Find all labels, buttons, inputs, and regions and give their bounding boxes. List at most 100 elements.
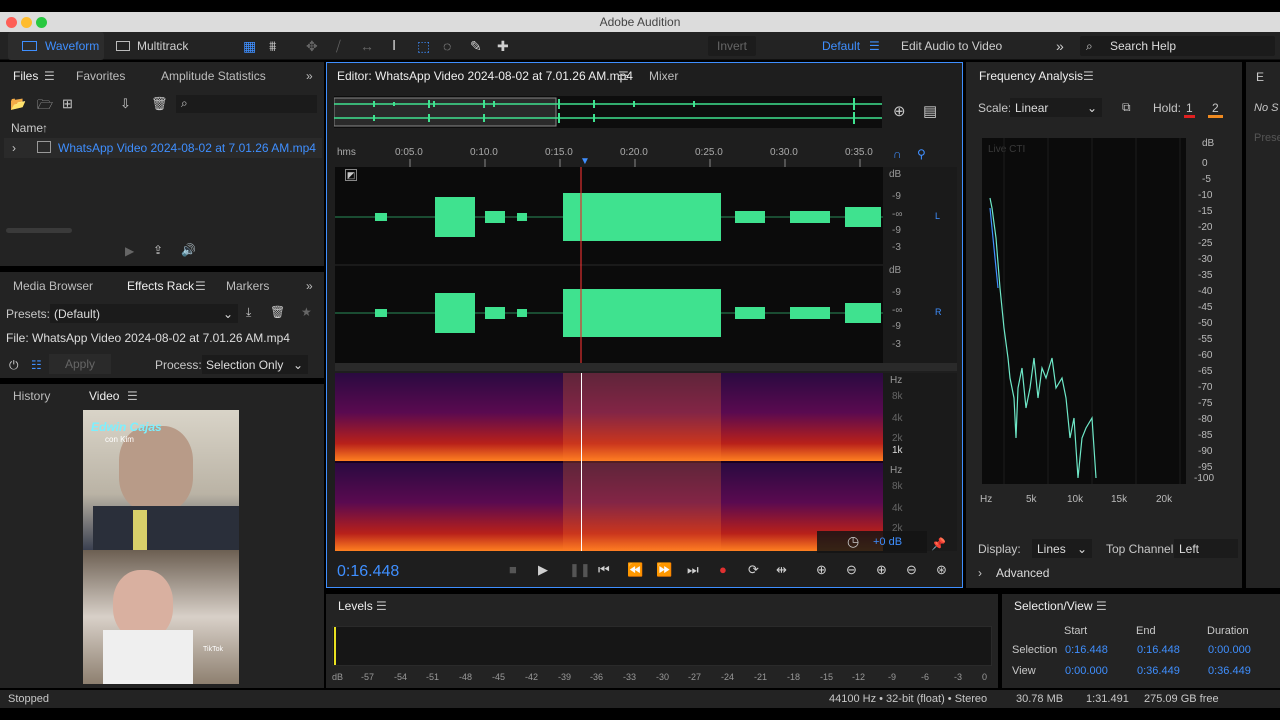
- save-preset-icon[interactable]: ⤓: [246, 305, 251, 320]
- razor-tool-icon[interactable]: ⧸: [336, 32, 341, 60]
- overview-waveform[interactable]: [333, 96, 882, 128]
- video-menu-icon[interactable]: ☰: [127, 384, 138, 408]
- tab-markers[interactable]: Markers: [226, 274, 269, 298]
- record-icon[interactable]: ●: [719, 562, 727, 577]
- selection-view-title[interactable]: Selection/View: [1014, 594, 1093, 618]
- spectral-divider-handle[interactable]: [335, 363, 957, 371]
- invert-button[interactable]: Invert: [708, 36, 756, 56]
- tab-amplitude-statistics[interactable]: Amplitude Statistics: [161, 64, 266, 88]
- hold-1-button[interactable]: 1: [1184, 101, 1195, 118]
- zoom-out-full-icon[interactable]: ⊛: [936, 562, 947, 578]
- tab-effects-rack[interactable]: Effects Rack: [127, 274, 194, 298]
- files-search-input[interactable]: ⌕: [176, 95, 317, 113]
- apply-button[interactable]: Apply: [49, 354, 111, 374]
- workspace-edit-audio-tab[interactable]: Edit Audio to Video: [901, 32, 1002, 60]
- play-preview-icon[interactable]: ▶: [125, 244, 134, 258]
- editor-menu-icon[interactable]: ☰: [618, 64, 629, 88]
- display-dropdown[interactable]: Lines ⌄: [1032, 539, 1092, 558]
- slip-tool-icon[interactable]: ↔: [360, 32, 374, 60]
- spectral-frequency-icon[interactable]: ▦: [243, 32, 256, 60]
- tab-mixer[interactable]: Mixer: [649, 64, 678, 88]
- zoom-to-fit-icon[interactable]: ⊕: [893, 102, 906, 120]
- volume-readout[interactable]: +0 dB: [873, 536, 902, 548]
- delete-preset-icon[interactable]: 🗑: [270, 305, 285, 319]
- channel-left-toggle[interactable]: L: [935, 211, 940, 221]
- tab-files[interactable]: Files: [13, 64, 38, 88]
- side-panel-tab-icon[interactable]: E: [1256, 70, 1264, 84]
- play-icon[interactable]: ▶: [538, 562, 548, 578]
- frequency-menu-icon[interactable]: ☰: [1083, 64, 1094, 88]
- move-to-previous-icon[interactable]: ⏮: [598, 562, 610, 578]
- file-list-item[interactable]: › WhatsApp Video 2024-08-02 at 7.01.26 A…: [4, 138, 322, 158]
- top-channel-dropdown[interactable]: Left: [1174, 539, 1238, 558]
- channel-right-toggle[interactable]: R: [935, 307, 942, 317]
- insert-multitrack-icon[interactable]: ⇩: [120, 96, 131, 112]
- move-tool-icon[interactable]: ✥: [306, 32, 318, 60]
- overview-visible-range[interactable]: [333, 97, 557, 127]
- workspace-menu-icon[interactable]: ☰: [869, 32, 880, 60]
- import-file-icon[interactable]: 🗁: [37, 96, 53, 118]
- close-window-button[interactable]: [6, 17, 17, 28]
- hold-2-button[interactable]: 2: [1208, 101, 1223, 118]
- zoom-in-time-icon[interactable]: ⊕: [876, 562, 887, 578]
- name-column-header[interactable]: Name: [11, 121, 43, 135]
- tab-history[interactable]: History: [13, 384, 50, 408]
- editor-tab-title[interactable]: Editor: WhatsApp Video 2024-08-02 at 7.0…: [337, 64, 633, 88]
- new-file-icon[interactable]: ⊞: [62, 96, 73, 112]
- time-selection-tool-icon[interactable]: I: [392, 32, 396, 60]
- advanced-toggle[interactable]: Advanced: [996, 566, 1049, 580]
- current-time-display[interactable]: 0:16.448: [337, 563, 399, 581]
- files-menu-icon[interactable]: ☰: [44, 64, 55, 88]
- effects-menu-icon[interactable]: ☰: [195, 274, 206, 298]
- workspace-default-tab[interactable]: Default: [822, 32, 860, 60]
- advanced-chevron-icon[interactable]: ›: [978, 566, 982, 580]
- overview-menu-icon[interactable]: ▤: [923, 102, 937, 120]
- waveform-mode-button[interactable]: Waveform: [8, 32, 104, 60]
- lasso-tool-icon[interactable]: ◌: [443, 32, 451, 60]
- pin-hud-icon[interactable]: 📌: [931, 537, 946, 551]
- zoom-out-amplitude-icon[interactable]: ⊖: [846, 562, 857, 578]
- zoom-out-time-icon[interactable]: ⊖: [906, 562, 917, 578]
- view-start-field[interactable]: 0:00.000: [1065, 665, 1108, 677]
- presets-dropdown[interactable]: (Default) ⌄: [50, 304, 238, 323]
- hud-toggle-icon[interactable]: ◩: [345, 169, 357, 181]
- open-file-icon[interactable]: 📂: [10, 96, 26, 112]
- panel-overflow-icon[interactable]: »: [306, 274, 313, 298]
- minimize-window-button[interactable]: [21, 17, 32, 28]
- pause-icon[interactable]: ❚❚: [569, 562, 591, 578]
- view-end-field[interactable]: 0:36.449: [1137, 665, 1180, 677]
- zoom-window-button[interactable]: [36, 17, 47, 28]
- search-help-input[interactable]: ⌕ Search Help: [1080, 36, 1275, 56]
- waveform-display[interactable]: ◩: [335, 167, 883, 363]
- tab-video[interactable]: Video: [89, 384, 119, 408]
- time-ruler[interactable]: hms 0:05.0 0:10.0 0:15.0 0:20.0 0:25.0 0…: [335, 147, 883, 167]
- copy-data-icon[interactable]: ⧉: [1122, 100, 1131, 115]
- power-toggle-icon[interactable]: ⏻: [9, 358, 19, 373]
- levels-title[interactable]: Levels: [338, 594, 373, 618]
- zoom-in-amplitude-icon[interactable]: ⊕: [816, 562, 827, 578]
- tab-favorites[interactable]: Favorites: [76, 64, 125, 88]
- selection-view-menu-icon[interactable]: ☰: [1096, 594, 1107, 618]
- frequency-panel-title[interactable]: Frequency Analysis: [979, 64, 1083, 88]
- spot-healing-icon[interactable]: ✚: [497, 32, 509, 60]
- marquee-tool-icon[interactable]: ⬚: [417, 32, 430, 60]
- expand-chevron-icon[interactable]: ›: [12, 141, 16, 155]
- loop-playback-icon[interactable]: ⟳: [748, 562, 759, 578]
- view-duration-field[interactable]: 0:36.449: [1208, 665, 1251, 677]
- loop-preview-icon[interactable]: ⇪: [153, 243, 163, 257]
- scale-dropdown[interactable]: Linear ⌄: [1010, 98, 1102, 117]
- fast-forward-icon[interactable]: ⏩: [656, 562, 672, 578]
- multitrack-mode-button[interactable]: Multitrack: [112, 32, 198, 60]
- levels-menu-icon[interactable]: ☰: [376, 594, 387, 618]
- list-view-icon[interactable]: ☷: [31, 358, 42, 372]
- selection-start-field[interactable]: 0:16.448: [1065, 644, 1108, 656]
- overflow-chevron-icon[interactable]: »: [1056, 32, 1064, 60]
- spectral-pitch-icon[interactable]: ⩩: [269, 32, 276, 60]
- brush-tool-icon[interactable]: ✎: [470, 32, 482, 60]
- auto-play-icon[interactable]: 🔊: [181, 243, 196, 257]
- volume-knob-icon[interactable]: ◷: [847, 533, 859, 550]
- horizontal-scrollbar[interactable]: [6, 228, 72, 233]
- rewind-icon[interactable]: ⏪: [627, 562, 643, 578]
- playhead-marker-icon[interactable]: ▼: [580, 156, 590, 167]
- process-dropdown[interactable]: Selection Only ⌄: [202, 355, 308, 374]
